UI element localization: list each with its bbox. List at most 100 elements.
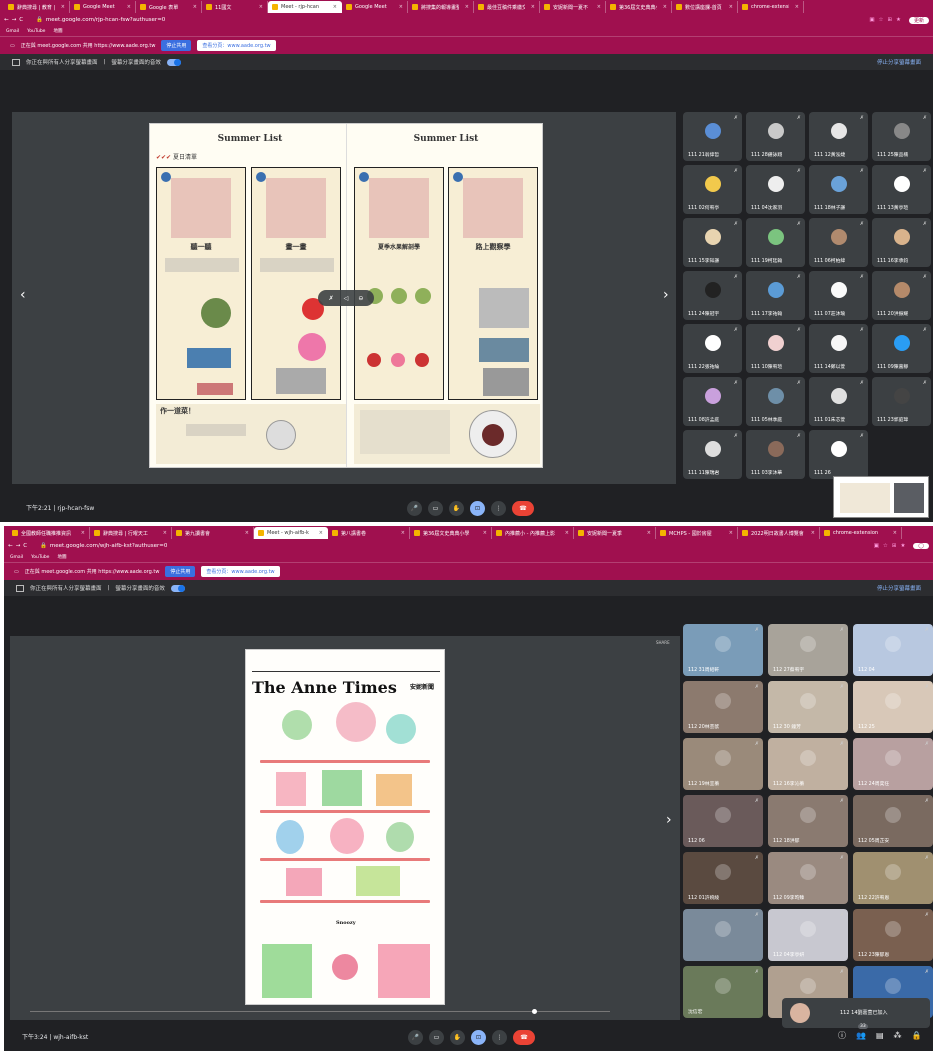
participant-tile[interactable]: ✗ 111 20洪振耀 xyxy=(872,271,931,320)
camera-icon[interactable]: ▭ xyxy=(429,1030,444,1045)
browser-tab[interactable]: 全國教師任職推推資訊 × xyxy=(8,527,90,539)
participant-tile[interactable]: ✗ 111 26 xyxy=(809,430,868,479)
bookmark-youtube[interactable]: YouTube xyxy=(31,555,49,560)
chat-icon[interactable]: ▤ xyxy=(876,1031,884,1040)
close-tab-icon[interactable]: × xyxy=(259,4,263,10)
browser-tab[interactable]: 辭典搜尋 | 教育 | M... × xyxy=(4,1,70,13)
participant-tile[interactable]: ✗ 111 08許孟庭 xyxy=(683,377,742,426)
browser-tab[interactable]: 第36屆文史典典小 × xyxy=(606,1,672,13)
participant-tile[interactable]: ✗ 111 16李承鈞 xyxy=(872,218,931,267)
close-tab-icon[interactable]: × xyxy=(663,4,667,10)
browser-tab[interactable]: Google 表單 × xyxy=(136,1,202,13)
browser-tab[interactable]: 數位講座課-首頁 × xyxy=(672,1,738,13)
bookmark-maps[interactable]: 地圖 xyxy=(53,28,62,34)
more-options-icon[interactable]: ⋮ xyxy=(491,501,506,516)
participant-tile[interactable]: ✗ 111 25陳品楠 xyxy=(872,112,931,161)
participant-tile[interactable]: ✗ 111 18林子謙 xyxy=(809,165,868,214)
participant-tile[interactable]: ✗ 112 09李昀臻 xyxy=(768,852,848,904)
close-tab-icon[interactable]: × xyxy=(465,4,469,10)
close-tab-icon[interactable]: × xyxy=(81,530,85,536)
update-button[interactable]: 更新 xyxy=(908,16,929,24)
camera-icon[interactable]: ▭ xyxy=(428,501,443,516)
prev-arrow-icon[interactable]: ‹ xyxy=(20,287,26,303)
url-text[interactable]: meet.google.com/rjp-hcan-fsw?authuser=0 xyxy=(46,17,869,23)
participant-tile[interactable]: ✗ xyxy=(683,909,763,961)
participant-tile[interactable]: ✗ 111 14鄭以萱 xyxy=(809,324,868,373)
mic-off-icon[interactable]: ✗ xyxy=(329,295,334,302)
host-controls-icon[interactable]: 🔒 xyxy=(912,1031,922,1040)
info-icon[interactable]: ⓘ xyxy=(838,1030,846,1041)
stop-presenting-button[interactable]: 停止分享螢幕畫面 xyxy=(877,584,921,592)
present-button-icon[interactable]: ⊡ xyxy=(470,501,485,516)
participant-tile[interactable]: ✗ 112 24周奕任 xyxy=(853,738,933,790)
browser-tab[interactable]: 將搜集的報導畫整出 × xyxy=(408,1,474,13)
participant-tile[interactable]: ✗ 112 04 xyxy=(853,624,933,676)
browser-tab[interactable]: 11國文 × xyxy=(202,1,268,13)
participant-tile[interactable]: ✗ 111 09陳嘉靜 xyxy=(872,324,931,373)
mic-icon[interactable]: 🎤 xyxy=(407,501,422,516)
volume-icon[interactable]: ◁ xyxy=(344,295,349,302)
participant-tile[interactable]: ✗ 111 06柯柏緯 xyxy=(809,218,868,267)
participant-tile[interactable]: ✗ 112 31周紹軒 xyxy=(683,624,763,676)
bookmark-gmail[interactable]: Gmail xyxy=(10,555,23,560)
browser-tab[interactable]: 第八講書卷 × xyxy=(328,527,410,539)
participant-tile[interactable]: ✗ 111 12黃泓婕 xyxy=(809,112,868,161)
close-tab-icon[interactable]: × xyxy=(163,530,167,536)
close-tab-icon[interactable]: × xyxy=(531,4,535,10)
participant-tile[interactable]: ✗ 112 05周芷安 xyxy=(853,795,933,847)
participant-tile[interactable]: ✗ 111 01朱芯萱 xyxy=(809,377,868,426)
toolbar-icons[interactable]: ▣☆⊞★ xyxy=(874,543,910,549)
close-tab-icon[interactable]: × xyxy=(795,4,799,10)
mic-icon[interactable]: 🎤 xyxy=(408,1030,423,1045)
close-tab-icon[interactable]: × xyxy=(193,4,197,10)
close-tab-icon[interactable]: × xyxy=(245,530,249,536)
close-tab-icon[interactable]: × xyxy=(729,530,733,536)
nav-buttons[interactable]: ←→C xyxy=(8,543,40,549)
close-tab-icon[interactable]: × xyxy=(319,530,323,536)
participant-tile[interactable]: ✗ 沈信宏 xyxy=(683,966,763,1018)
end-call-icon[interactable]: ☎ xyxy=(513,1030,535,1045)
nav-buttons[interactable]: ←→C xyxy=(4,17,36,23)
audio-toggle[interactable] xyxy=(170,584,185,592)
self-preview-thumbnail[interactable] xyxy=(833,476,929,518)
browser-tab[interactable]: 安妮新聞一夏不 × xyxy=(540,1,606,13)
close-tab-icon[interactable]: × xyxy=(729,4,733,10)
participant-tile[interactable]: ✗ 112 01許婉綾 xyxy=(683,852,763,904)
browser-tab[interactable]: MCHPS - 國於房屋 × xyxy=(656,527,738,539)
close-tab-icon[interactable]: × xyxy=(399,4,403,10)
browser-tab[interactable]: 最佳豆稿件乘繳交 × xyxy=(474,1,540,13)
participant-tile[interactable]: ✗ 111 21翁偉哲 xyxy=(683,112,742,161)
participant-tile[interactable]: ✗ 112 18洪郁 xyxy=(768,795,848,847)
bookmark-maps[interactable]: 地圖 xyxy=(57,554,66,560)
participant-tile[interactable]: ✗ 111 24陳冠宇 xyxy=(683,271,742,320)
participant-tile[interactable]: ✗ 111 28鍾詠翔 xyxy=(746,112,805,161)
close-tab-icon[interactable]: × xyxy=(127,4,131,10)
participant-tile[interactable]: ✗ 111 04沈家羽 xyxy=(746,165,805,214)
participant-tile[interactable]: ✗ 112 22許宥恩 xyxy=(853,852,933,904)
participant-tile[interactable]: ✗ 111 15李知謙 xyxy=(683,218,742,267)
participant-tile[interactable]: ✗ 111 22張祐綸 xyxy=(683,324,742,373)
raise-hand-icon[interactable]: ✋ xyxy=(450,1030,465,1045)
participant-tile[interactable]: ✗ 112 30 鐘芳 xyxy=(768,681,848,733)
activities-icon[interactable]: ⁂ xyxy=(894,1031,902,1040)
participant-tile[interactable]: ✗ 111 02何宥亭 xyxy=(683,165,742,214)
stop-share-button[interactable]: 停止共用 xyxy=(161,40,192,51)
participant-tile[interactable]: ✗ 111 07莊沐瑜 xyxy=(809,271,868,320)
participant-tile[interactable]: ✗ 112 16李沁蓁 xyxy=(768,738,848,790)
present-button-icon[interactable]: ⊡ xyxy=(471,1030,486,1045)
close-tab-icon[interactable]: × xyxy=(401,530,405,536)
browser-tab[interactable]: 內推薦小 - 內推薦上影 × xyxy=(492,527,574,539)
browser-tab[interactable]: Google Meet × xyxy=(342,1,408,13)
browser-tab[interactable]: 安妮新聞一夏季 × xyxy=(574,527,656,539)
browser-tab[interactable]: chrome-extension × xyxy=(738,1,804,13)
bookmark-gmail[interactable]: Gmail xyxy=(6,29,19,34)
participant-tile[interactable]: ✗ 111 05林季庭 xyxy=(746,377,805,426)
people-icon[interactable]: 👥 33 xyxy=(856,1024,868,1040)
raise-hand-icon[interactable]: ✋ xyxy=(449,501,464,516)
browser-tab[interactable]: Meet - wjh-aifb-k × xyxy=(254,527,328,539)
more-icon[interactable]: ⊖ xyxy=(358,295,363,302)
end-call-icon[interactable]: ☎ xyxy=(512,501,534,516)
audio-toggle[interactable] xyxy=(166,58,181,66)
participant-tile[interactable]: ✗ 112 19林宜蓁 xyxy=(683,738,763,790)
browser-tab[interactable]: 第36屆文史典典小學 × xyxy=(410,527,492,539)
